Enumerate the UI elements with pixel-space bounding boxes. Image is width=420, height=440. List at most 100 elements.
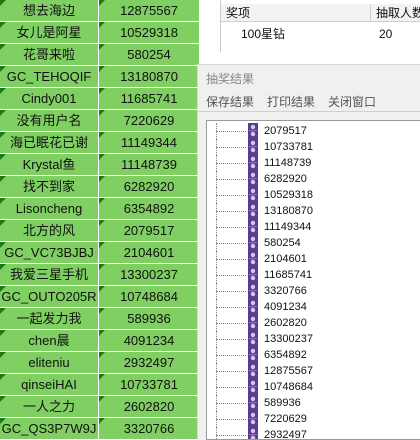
tree-connector <box>216 275 246 276</box>
tree-item[interactable]: 10529318 <box>207 187 417 203</box>
tree-item[interactable]: 589936 <box>207 395 417 411</box>
player-id-text: 12875567 <box>120 3 178 18</box>
tree-connector <box>216 387 246 388</box>
tree-item[interactable]: 11149344 <box>207 219 417 235</box>
tree-item[interactable]: 6354892 <box>207 347 417 363</box>
tree-item[interactable]: 4091234 <box>207 299 417 315</box>
table-row[interactable]: GC_VC73BJBJ 2104601 <box>0 242 200 264</box>
tree-item[interactable]: 3320766 <box>207 283 417 299</box>
corner-marker <box>0 110 6 116</box>
result-node-icon <box>244 283 262 299</box>
result-id-label: 589936 <box>264 397 301 409</box>
table-row[interactable]: 没有用户名 7220629 <box>0 110 200 132</box>
result-id-label: 580254 <box>264 237 301 249</box>
tree-connector <box>216 259 246 260</box>
tree-connector <box>216 243 246 244</box>
result-node-icon <box>244 235 262 251</box>
close-window-button[interactable]: 关闭窗口 <box>328 93 376 110</box>
tree-item[interactable]: 10748684 <box>207 379 417 395</box>
player-name-cell: 找不到家 <box>0 176 99 198</box>
player-id-text: 11685741 <box>120 91 178 106</box>
tree-connector <box>216 371 246 372</box>
player-id-text: 580254 <box>127 47 171 62</box>
table-row[interactable]: 北方的风 2079517 <box>0 220 200 242</box>
tree-connector <box>216 307 246 308</box>
table-row[interactable]: Krystal鱼 11148739 <box>0 154 200 176</box>
tree-item[interactable]: 580254 <box>207 235 417 251</box>
table-row[interactable]: 海已眠花已谢 11149344 <box>0 132 200 154</box>
table-row[interactable]: Lisoncheng 6354892 <box>0 198 200 220</box>
tree-item[interactable]: 10733781 <box>207 139 417 155</box>
result-node-icon <box>244 331 262 347</box>
corner-marker <box>99 176 105 182</box>
corner-marker <box>0 132 6 138</box>
corner-marker <box>99 154 105 160</box>
table-row[interactable]: GC_TEHOQIF 13180870 <box>0 66 200 88</box>
player-id-cell: 2104601 <box>99 242 200 264</box>
table-row[interactable]: eliteniu 2932497 <box>0 352 200 374</box>
table-row[interactable]: 一人之力 2602820 <box>0 396 200 418</box>
result-node-icon <box>244 219 262 235</box>
player-name-cell: 花哥来啦 <box>0 44 99 66</box>
player-id-cell: 2079517 <box>99 220 200 242</box>
corner-marker <box>0 0 6 6</box>
table-row[interactable]: chen晨 4091234 <box>0 330 200 352</box>
player-id-cell: 11148739 <box>99 154 200 176</box>
corner-marker <box>0 264 6 270</box>
tree-item[interactable]: 6282920 <box>207 171 417 187</box>
player-name-cell: 一人之力 <box>0 396 99 418</box>
player-name-cell: 海已眠花已谢 <box>0 132 99 154</box>
player-name-cell: GC_VC73BJBJ <box>0 242 99 264</box>
tree-item[interactable]: 12875567 <box>207 363 417 379</box>
table-row[interactable]: qinseiHAI 10733781 <box>0 374 200 396</box>
tree-item[interactable]: 11148739 <box>207 155 417 171</box>
table-row[interactable]: 花哥来啦 580254 <box>0 44 200 66</box>
tree-connector <box>216 163 246 164</box>
corner-marker <box>99 374 105 380</box>
table-row[interactable]: 一起发力我 589936 <box>0 308 200 330</box>
player-name-cell: Krystal鱼 <box>0 154 99 176</box>
player-id-cell: 13180870 <box>99 66 200 88</box>
player-name-text: GC_QS3P7W9J <box>1 421 97 436</box>
tree-item[interactable]: 2104601 <box>207 251 417 267</box>
table-row[interactable]: GC_OUTO205R 10748684 <box>0 286 200 308</box>
tree-item[interactable]: 11685741 <box>207 267 417 283</box>
table-row[interactable]: 我爱三星手机 13300237 <box>0 264 200 286</box>
player-name-cell: GC_OUTO205R <box>0 286 99 308</box>
tree-item[interactable]: 2932497 <box>207 427 417 439</box>
table-row[interactable]: 想去海边 12875567 <box>0 0 200 22</box>
result-id-label: 3320766 <box>264 285 307 297</box>
table-row[interactable]: GC_QS3P7W9J 3320766 <box>0 418 200 439</box>
prize-count-cell: 20 <box>379 27 393 41</box>
corner-marker <box>99 22 105 28</box>
corner-marker <box>0 330 6 336</box>
result-id-label: 10733781 <box>264 141 313 153</box>
tree-item[interactable]: 2079517 <box>207 123 417 139</box>
print-result-button[interactable]: 打印结果 <box>267 93 315 110</box>
save-result-button[interactable]: 保存结果 <box>206 93 254 110</box>
corner-marker <box>99 66 105 72</box>
result-id-label: 6282920 <box>264 173 307 185</box>
player-name-text: 找不到家 <box>22 179 75 194</box>
table-row[interactable]: 女儿是阿星 10529318 <box>0 22 200 44</box>
player-id-cell: 4091234 <box>99 330 200 352</box>
result-node-icon <box>244 267 262 283</box>
table-row[interactable]: 找不到家 6282920 <box>0 176 200 198</box>
player-id-text: 11149344 <box>121 135 177 150</box>
result-tree[interactable]: 2079517 10733781 11148739 6282920 10529318 13… <box>206 120 420 440</box>
result-id-label: 4091234 <box>264 301 307 313</box>
player-name-text: chen晨 <box>28 333 70 348</box>
player-id-text: 6282920 <box>123 179 175 194</box>
player-id-text: 13300237 <box>120 267 178 282</box>
tree-connector <box>216 435 246 436</box>
table-row[interactable]: Cindy001 11685741 <box>0 88 200 110</box>
player-id-cell: 6354892 <box>99 198 200 220</box>
player-name-text: 一人之力 <box>22 399 75 414</box>
player-name-text: 北方的风 <box>22 223 75 238</box>
tree-item[interactable]: 13180870 <box>207 203 417 219</box>
result-id-label: 13300237 <box>264 333 313 345</box>
tree-item[interactable]: 13300237 <box>207 331 417 347</box>
tree-item[interactable]: 7220629 <box>207 411 417 427</box>
player-id-cell: 10733781 <box>99 374 200 396</box>
tree-item[interactable]: 2602820 <box>207 315 417 331</box>
